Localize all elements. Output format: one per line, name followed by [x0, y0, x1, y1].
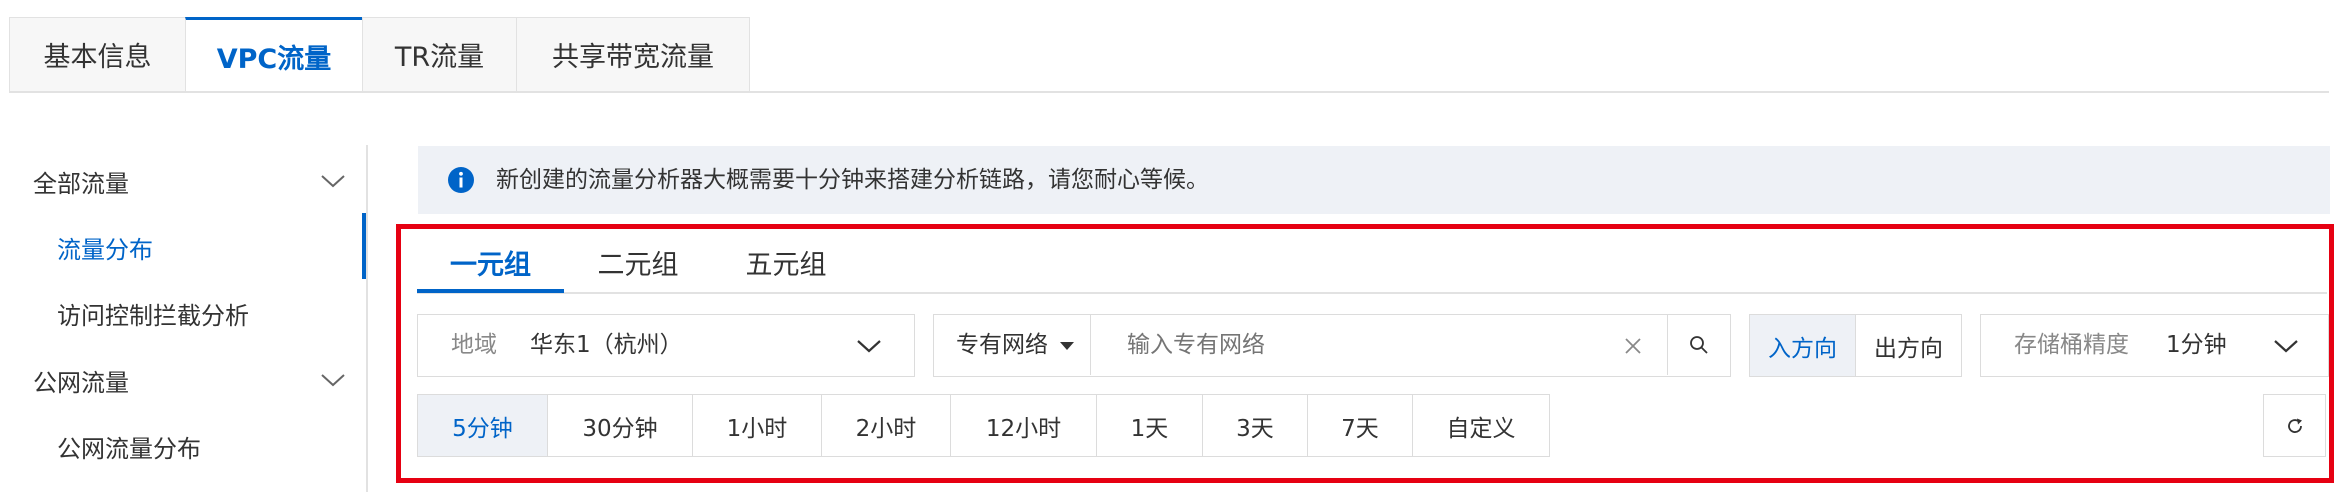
- network-search-group: 专有网络: [933, 314, 1731, 377]
- bucket-precision-value: 1分钟: [2166, 332, 2227, 358]
- time-custom-button[interactable]: 自定义: [1412, 394, 1550, 457]
- caret-down-icon: [1060, 342, 1074, 350]
- network-type-select[interactable]: 专有网络: [934, 315, 1091, 375]
- search-icon: [1690, 336, 1708, 354]
- time-30min-button[interactable]: 30分钟: [547, 394, 692, 457]
- inner-tab-divider: [417, 292, 2327, 294]
- sidebar-group-label: 全部流量: [33, 169, 129, 198]
- time-1day-button[interactable]: 1天: [1096, 394, 1202, 457]
- tab-shared-bandwidth-traffic[interactable]: 共享带宽流量: [516, 17, 750, 92]
- bucket-precision-label: 存储桶精度: [2014, 332, 2129, 358]
- sidebar-group-all-traffic[interactable]: 全部流量: [0, 153, 368, 209]
- sidebar-group-label: 公网流量: [33, 368, 129, 397]
- network-search-input[interactable]: [1092, 315, 1572, 375]
- chevron-down-icon: [2274, 340, 2298, 353]
- sidebar-item-acl-block-analysis[interactable]: 访问控制拦截分析: [0, 285, 368, 341]
- region-value: 华东1（杭州）: [530, 332, 683, 358]
- bucket-precision-select[interactable]: 存储桶精度 1分钟: [1980, 314, 2329, 377]
- top-tab-bar: 基本信息 VPC流量 TR流量 共享带宽流量: [9, 17, 750, 92]
- time-12hour-button[interactable]: 12小时: [950, 394, 1096, 457]
- sidebar: 全部流量 流量分布 访问控制拦截分析 公网流量 公网流量分布: [0, 145, 368, 492]
- tab-basic-info[interactable]: 基本信息: [9, 17, 185, 92]
- time-1hour-button[interactable]: 1小时: [692, 394, 821, 457]
- chevron-down-icon: [857, 340, 881, 353]
- time-7day-button[interactable]: 7天: [1307, 394, 1412, 457]
- tab-vpc-traffic[interactable]: VPC流量: [185, 17, 362, 92]
- sidebar-divider: [366, 145, 368, 492]
- sidebar-item-traffic-distribution[interactable]: 流量分布: [0, 219, 368, 275]
- notice-banner: 新创建的流量分析器大概需要十分钟来搭建分析链路，请您耐心等候。: [418, 146, 2330, 214]
- sidebar-item-public-traffic-distribution[interactable]: 公网流量分布: [0, 418, 368, 474]
- chevron-up-icon: [321, 374, 345, 387]
- direction-outbound-button[interactable]: 出方向: [1855, 314, 1962, 377]
- sidebar-group-public-traffic[interactable]: 公网流量: [0, 352, 368, 408]
- refresh-button[interactable]: [2263, 394, 2326, 457]
- search-button[interactable]: [1667, 315, 1730, 375]
- tab-two-tuple[interactable]: 二元组: [564, 231, 712, 293]
- inner-tab-active-indicator: [417, 289, 564, 293]
- tab-one-tuple[interactable]: 一元组: [417, 231, 564, 293]
- time-2hour-button[interactable]: 2小时: [821, 394, 950, 457]
- sidebar-item-label: 公网流量分布: [57, 434, 201, 463]
- top-tab-divider: [9, 91, 2329, 93]
- time-5min-button[interactable]: 5分钟: [417, 394, 547, 457]
- tab-five-tuple[interactable]: 五元组: [712, 231, 860, 293]
- tab-tr-traffic[interactable]: TR流量: [362, 17, 516, 92]
- region-label: 地域: [451, 332, 497, 358]
- time-range-group: 5分钟 30分钟 1小时 2小时 12小时 1天 3天 7天 自定义: [417, 394, 1550, 457]
- chevron-up-icon: [321, 175, 345, 188]
- clear-icon[interactable]: [1624, 337, 1642, 355]
- direction-inbound-button[interactable]: 入方向: [1749, 314, 1856, 377]
- info-icon: [448, 167, 474, 193]
- notice-text: 新创建的流量分析器大概需要十分钟来搭建分析链路，请您耐心等候。: [496, 167, 1209, 193]
- refresh-icon: [2287, 418, 2302, 433]
- region-select[interactable]: 地域 华东1（杭州）: [417, 314, 915, 377]
- network-type-value: 专有网络: [956, 332, 1048, 358]
- sidebar-item-label: 访问控制拦截分析: [57, 301, 249, 330]
- time-3day-button[interactable]: 3天: [1202, 394, 1307, 457]
- sidebar-item-label: 流量分布: [57, 235, 153, 264]
- sidebar-active-indicator: [362, 213, 366, 279]
